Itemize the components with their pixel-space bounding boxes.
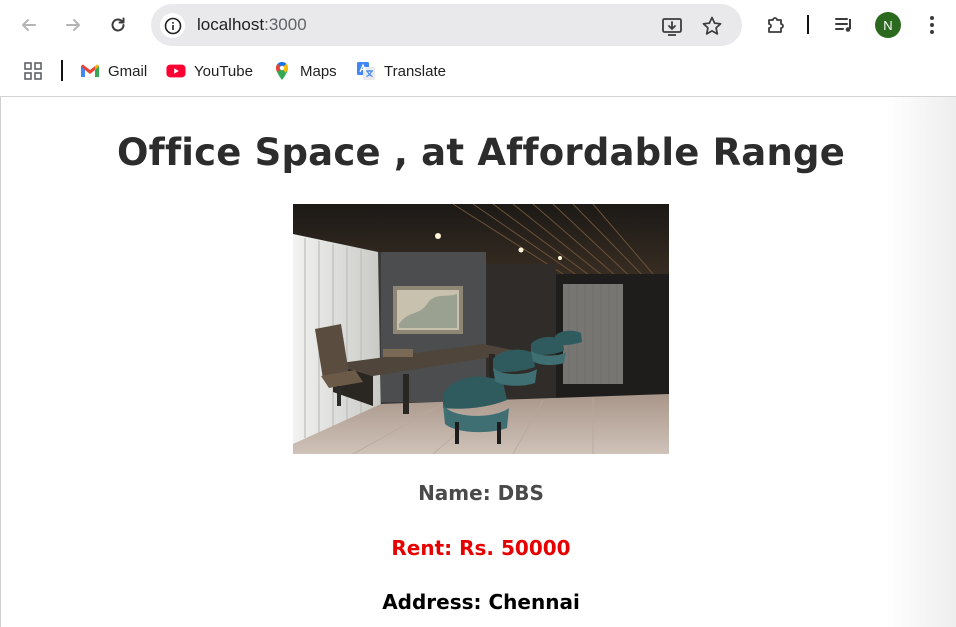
back-button[interactable] bbox=[12, 8, 46, 42]
property-address: Address: Chennai bbox=[382, 590, 580, 614]
url-text[interactable]: localhost:3000 bbox=[197, 15, 307, 35]
arrow-left-icon bbox=[22, 19, 36, 31]
bookmark-label: Translate bbox=[384, 62, 446, 80]
address-bar[interactable]: localhost:3000 bbox=[151, 4, 742, 46]
property-rent: Rent: Rs. 50000 bbox=[391, 536, 571, 560]
kebab-menu-icon bbox=[930, 16, 934, 34]
arrow-right-icon bbox=[66, 19, 80, 31]
info-icon bbox=[164, 17, 181, 34]
bookmark-translate[interactable]: Translate bbox=[356, 60, 446, 82]
bookmarks-divider bbox=[61, 60, 63, 81]
puzzle-icon bbox=[768, 17, 784, 33]
music-queue-icon bbox=[835, 18, 851, 32]
profile-avatar[interactable]: N bbox=[875, 12, 901, 38]
install-app-button[interactable] bbox=[660, 14, 684, 38]
bookmark-maps[interactable]: Maps bbox=[272, 60, 337, 82]
property-name: Name: DBS bbox=[418, 481, 544, 505]
youtube-icon bbox=[166, 61, 186, 81]
bookmark-star-button[interactable] bbox=[700, 14, 724, 38]
install-app-icon bbox=[662, 18, 682, 36]
star-icon bbox=[702, 16, 722, 35]
apps-grid-icon bbox=[23, 61, 43, 81]
bookmark-label: Gmail bbox=[108, 62, 148, 80]
bookmark-label: Maps bbox=[300, 62, 337, 80]
site-info-button[interactable] bbox=[160, 13, 185, 38]
reload-icon bbox=[111, 17, 125, 32]
reload-button[interactable] bbox=[101, 8, 135, 42]
browser-menu-button[interactable] bbox=[919, 12, 945, 38]
bookmarks-bar: Gmail YouTube Maps Translate bbox=[0, 52, 956, 90]
url-host: localhost bbox=[197, 15, 265, 34]
bookmark-gmail[interactable]: Gmail bbox=[80, 60, 147, 82]
page-viewport: Office Space , at Affordable Range Name:… bbox=[0, 97, 956, 627]
gmail-icon bbox=[80, 61, 100, 81]
forward-button[interactable] bbox=[56, 8, 90, 42]
url-port: :3000 bbox=[264, 15, 307, 34]
maps-icon bbox=[272, 61, 292, 81]
office-photo bbox=[293, 204, 669, 454]
browser-toolbar: localhost:3000 N bbox=[0, 0, 956, 50]
extensions-button[interactable] bbox=[763, 12, 789, 38]
toolbar-divider bbox=[807, 15, 809, 34]
browser-chrome: localhost:3000 N Gmail YouTube Maps Tran… bbox=[0, 0, 956, 97]
translate-icon bbox=[356, 61, 376, 81]
apps-button[interactable] bbox=[23, 60, 43, 82]
page-title: Office Space , at Affordable Range bbox=[117, 131, 845, 174]
bookmark-label: YouTube bbox=[194, 62, 253, 80]
media-controls-button[interactable] bbox=[831, 12, 857, 38]
bookmark-youtube[interactable]: YouTube bbox=[166, 60, 253, 82]
